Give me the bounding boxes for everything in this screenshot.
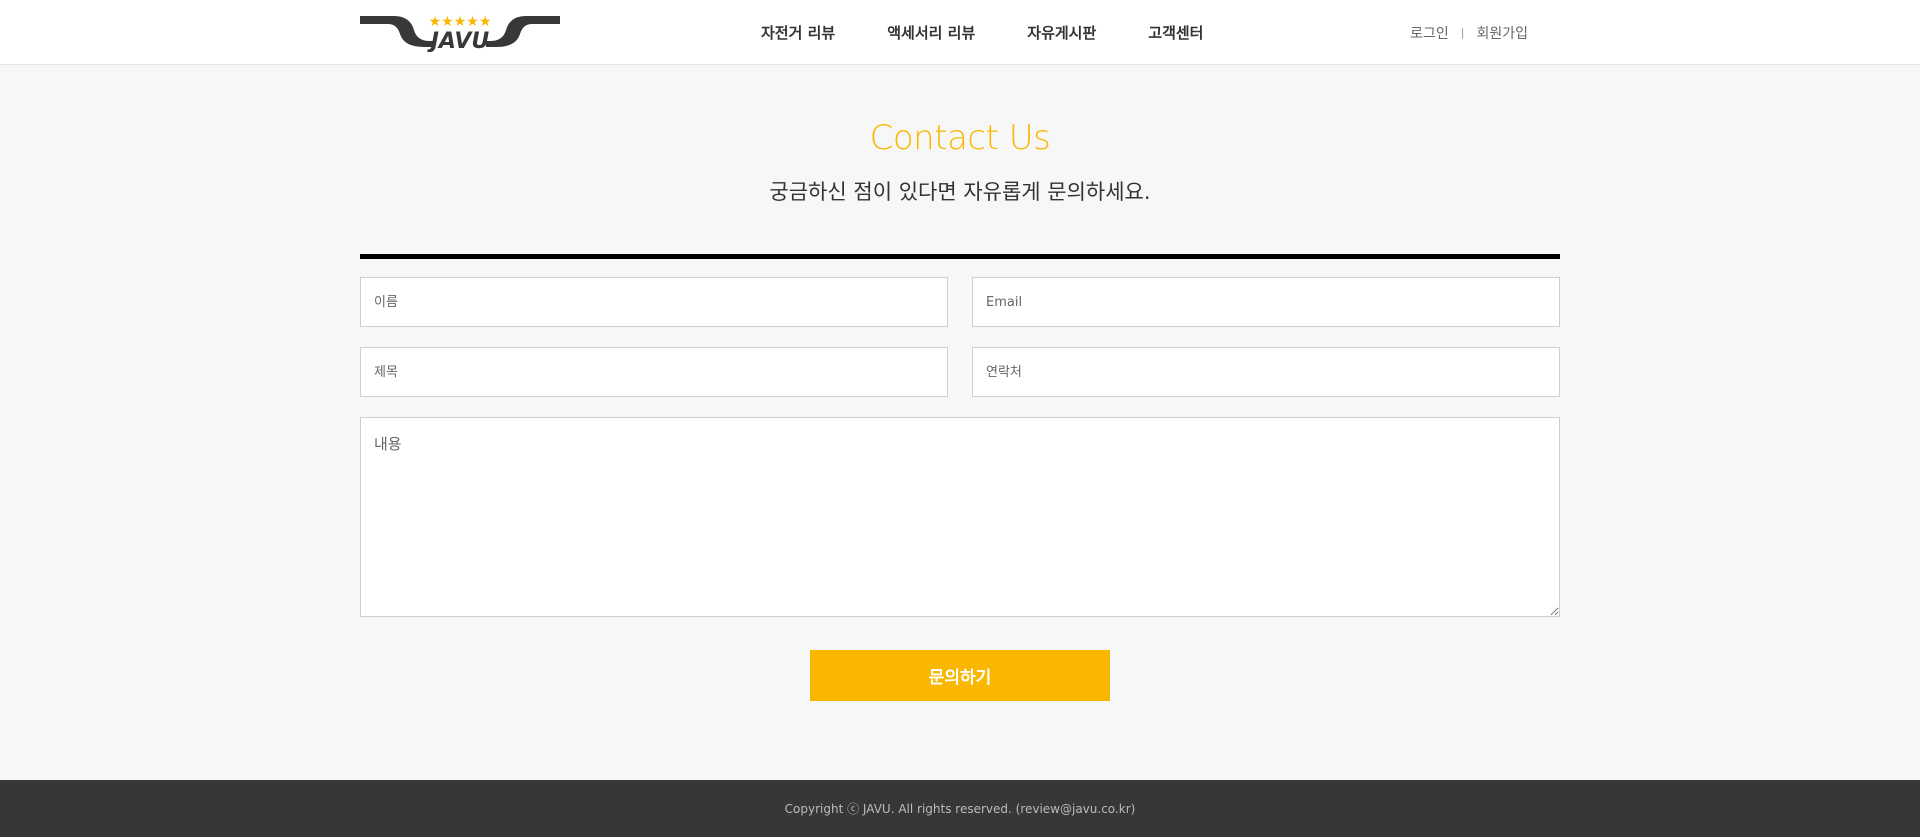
page-title: Contact Us bbox=[869, 118, 1051, 158]
subject-input[interactable] bbox=[360, 347, 948, 397]
site-footer: Copyright ⓒ JAVU. All rights reserved. (… bbox=[0, 780, 1920, 837]
javu-logo[interactable]: ★★★★★ JAVU bbox=[360, 14, 560, 52]
main-nav: 자전거 리뷰 액세서리 리뷰 자유게시판 고객센터 bbox=[761, 0, 1203, 65]
name-input[interactable] bbox=[360, 277, 948, 327]
signup-link[interactable]: 회원가입 bbox=[1476, 23, 1528, 43]
email-input[interactable] bbox=[972, 277, 1560, 327]
phone-input[interactable] bbox=[972, 347, 1560, 397]
page-subtitle: 궁금하신 점이 있다면 자유롭게 문의하세요. bbox=[769, 180, 1151, 204]
copyright-text: Copyright ⓒ JAVU. All rights reserved. (… bbox=[784, 802, 1136, 816]
logo-text: JAVU bbox=[427, 29, 490, 52]
content-textarea[interactable] bbox=[360, 417, 1560, 617]
auth-links: 로그인 | 회원가입 bbox=[1410, 0, 1528, 65]
submit-inquiry-button[interactable]: 문의하기 bbox=[810, 650, 1110, 701]
form-top-divider bbox=[360, 254, 1560, 259]
nav-item-bicycle-review[interactable]: 자전거 리뷰 bbox=[761, 22, 835, 43]
site-header: ★★★★★ JAVU 자전거 리뷰 액세서리 리뷰 자유게시판 고객센터 로그인… bbox=[0, 0, 1920, 65]
nav-item-customer-center[interactable]: 고객센터 bbox=[1148, 22, 1203, 43]
nav-item-free-board[interactable]: 자유게시판 bbox=[1027, 22, 1096, 43]
logo-stars: ★★★★★ bbox=[429, 14, 492, 30]
nav-item-accessory-review[interactable]: 액세서리 리뷰 bbox=[887, 22, 975, 43]
auth-separator: | bbox=[1460, 26, 1465, 39]
login-link[interactable]: 로그인 bbox=[1410, 23, 1449, 43]
